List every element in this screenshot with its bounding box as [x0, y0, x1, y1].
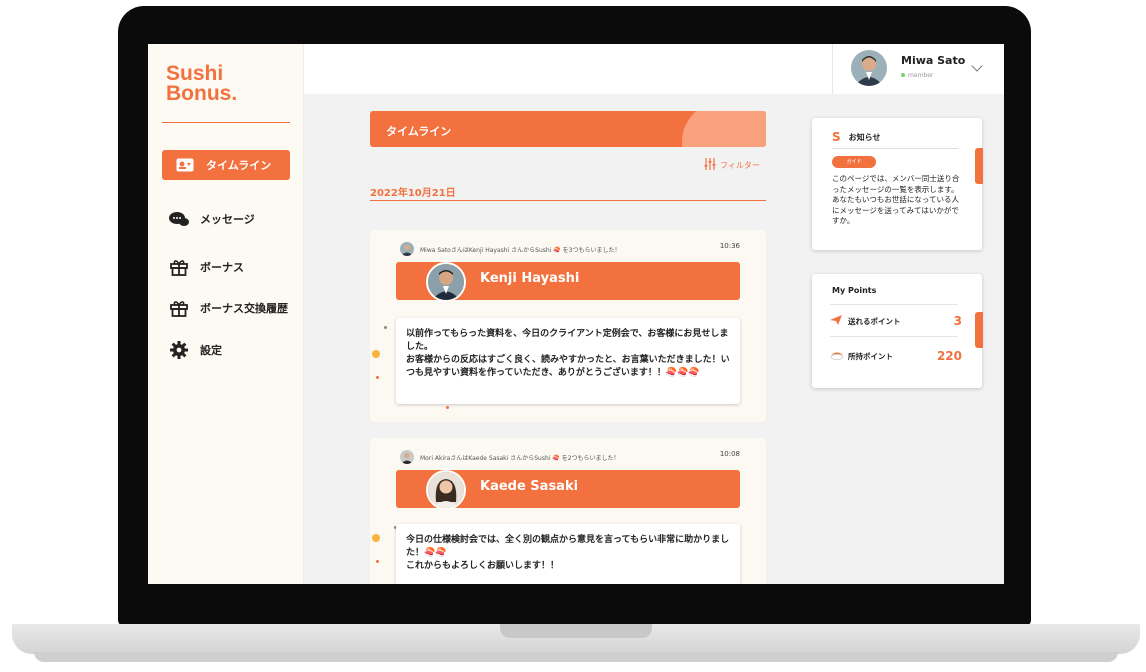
sendable-points-value: 3: [953, 314, 962, 328]
recipient-name: Kaede Sasaki: [480, 479, 579, 494]
post-message: 今日の仕様検討会では、全く別の観点から意見を言ってもらい非常に助かりました！🍣🍣…: [396, 524, 740, 584]
decoration-dot: [384, 326, 387, 329]
sendable-points-label: 送れるポイント: [848, 316, 901, 326]
recipient-avatar: [426, 470, 466, 510]
user-menu[interactable]: Miwa Sato member: [832, 44, 1004, 94]
points-divider: [830, 336, 958, 337]
sidebar-item-timeline[interactable]: タイムライン: [162, 150, 290, 180]
gear-icon: [168, 341, 190, 359]
filter-icon: [704, 158, 716, 172]
notice-divider: [832, 148, 958, 149]
laptop-frame: Sushi Bonus. タイムライン メッセージ ボーナス ボーナス交換履歴 …: [0, 0, 1146, 672]
user-role: member: [901, 72, 933, 79]
logo-line2: Bonus.: [166, 82, 238, 105]
sushi-icon: [830, 350, 848, 363]
sidebar-item-messages[interactable]: メッセージ: [162, 204, 290, 234]
post-meta-text: Miwa SatoさんはKenji Hayashi さんからSushi 🍣 を3…: [420, 246, 621, 254]
sidebar-item-label: メッセージ: [200, 213, 255, 226]
gift-history-icon: [168, 299, 190, 317]
laptop-base-shadow: [34, 652, 1118, 662]
app-screen: Sushi Bonus. タイムライン メッセージ ボーナス ボーナス交換履歴 …: [148, 44, 1004, 584]
notice-title: S お知らせ: [832, 130, 881, 144]
online-status-icon: [901, 73, 905, 77]
points-title: My Points: [832, 286, 877, 295]
sidebar-item-settings[interactable]: 設定: [162, 335, 290, 365]
timeline-title: タイムライン: [386, 125, 452, 138]
my-points-panel: My Points 送れるポイント 3 所持ポイント 220: [812, 274, 983, 388]
timeline-post[interactable]: Miwa SatoさんはKenji Hayashi さんからSushi 🍣 を3…: [370, 230, 766, 422]
user-name: Miwa Sato: [901, 54, 966, 67]
sidebar-item-label: 設定: [200, 344, 222, 357]
post-time: 10:36: [719, 242, 740, 250]
notice-title-text: お知らせ: [848, 132, 881, 142]
sidebar-item-label: ボーナス交換履歴: [200, 302, 288, 315]
decoration-dot: [446, 406, 449, 409]
panel-tab[interactable]: [975, 312, 983, 348]
timeline-post[interactable]: Mori AkiraさんはKaede Sasaki さんからSushi 🍣 を2…: [370, 438, 766, 584]
timeline-icon: [174, 156, 196, 174]
notice-panel: S お知らせ ガイド このページでは、メンバー同士送り合ったメッセージの一覧を表…: [812, 118, 983, 250]
decoration-dot: [376, 376, 379, 379]
date-divider: [370, 200, 766, 201]
post-meta-text: Mori AkiraさんはKaede Sasaki さんからSushi 🍣 を2…: [420, 454, 620, 462]
sender-avatar: [400, 242, 414, 256]
app-logo[interactable]: Sushi Bonus.: [166, 62, 238, 105]
post-message: 以前作ってもらった資料を、今日のクライアント定例会で、お客様にお見せしました。 …: [396, 318, 740, 404]
logo-line1: Sushi: [166, 62, 224, 85]
panel-tab[interactable]: [975, 148, 983, 184]
decoration-dot: [372, 350, 380, 358]
user-role-label: member: [908, 72, 934, 79]
guide-tag: ガイド: [832, 156, 876, 168]
notice-badge: S: [832, 130, 841, 144]
sidebar-item-bonus[interactable]: ボーナス: [162, 252, 290, 282]
sendable-points-row: 送れるポイント 3: [830, 311, 962, 331]
sender-avatar: [400, 450, 414, 464]
points-divider: [830, 304, 958, 305]
owned-points-value: 220: [936, 349, 962, 363]
sidebar: Sushi Bonus. タイムライン メッセージ ボーナス ボーナス交換履歴 …: [148, 44, 304, 584]
owned-points-label: 所持ポイント: [848, 351, 893, 361]
filter-button[interactable]: フィルター: [704, 158, 760, 172]
header-decoration: [682, 111, 766, 147]
sidebar-item-label: ボーナス: [200, 261, 244, 274]
sidebar-item-bonus-history[interactable]: ボーナス交換履歴: [162, 293, 290, 323]
notice-text: このページでは、メンバー同士送り合ったメッセージの一覧を表示します。あなたもいつ…: [832, 174, 960, 225]
laptop-notch: [500, 624, 652, 638]
message-icon: [168, 210, 190, 228]
post-meta: Miwa SatoさんはKenji Hayashi さんからSushi 🍣 を3…: [400, 242, 620, 256]
timeline-date: 2022年10月21日: [370, 188, 456, 199]
gift-icon: [168, 258, 190, 276]
sidebar-item-label: タイムライン: [206, 159, 272, 172]
user-avatar: [851, 50, 887, 86]
chevron-down-icon[interactable]: [971, 60, 983, 72]
recipient-avatar: [426, 262, 466, 302]
owned-points-row: 所持ポイント 220: [830, 346, 962, 366]
send-icon: [830, 314, 848, 328]
post-time: 10:08: [719, 450, 740, 458]
timeline-header: タイムライン: [370, 111, 766, 147]
recipient-name: Kenji Hayashi: [480, 271, 580, 286]
logo-divider: [162, 122, 290, 123]
filter-label: フィルター: [720, 160, 760, 170]
post-meta: Mori AkiraさんはKaede Sasaki さんからSushi 🍣 を2…: [400, 450, 620, 464]
decoration-dot: [376, 560, 379, 563]
decoration-dot: [372, 534, 380, 542]
